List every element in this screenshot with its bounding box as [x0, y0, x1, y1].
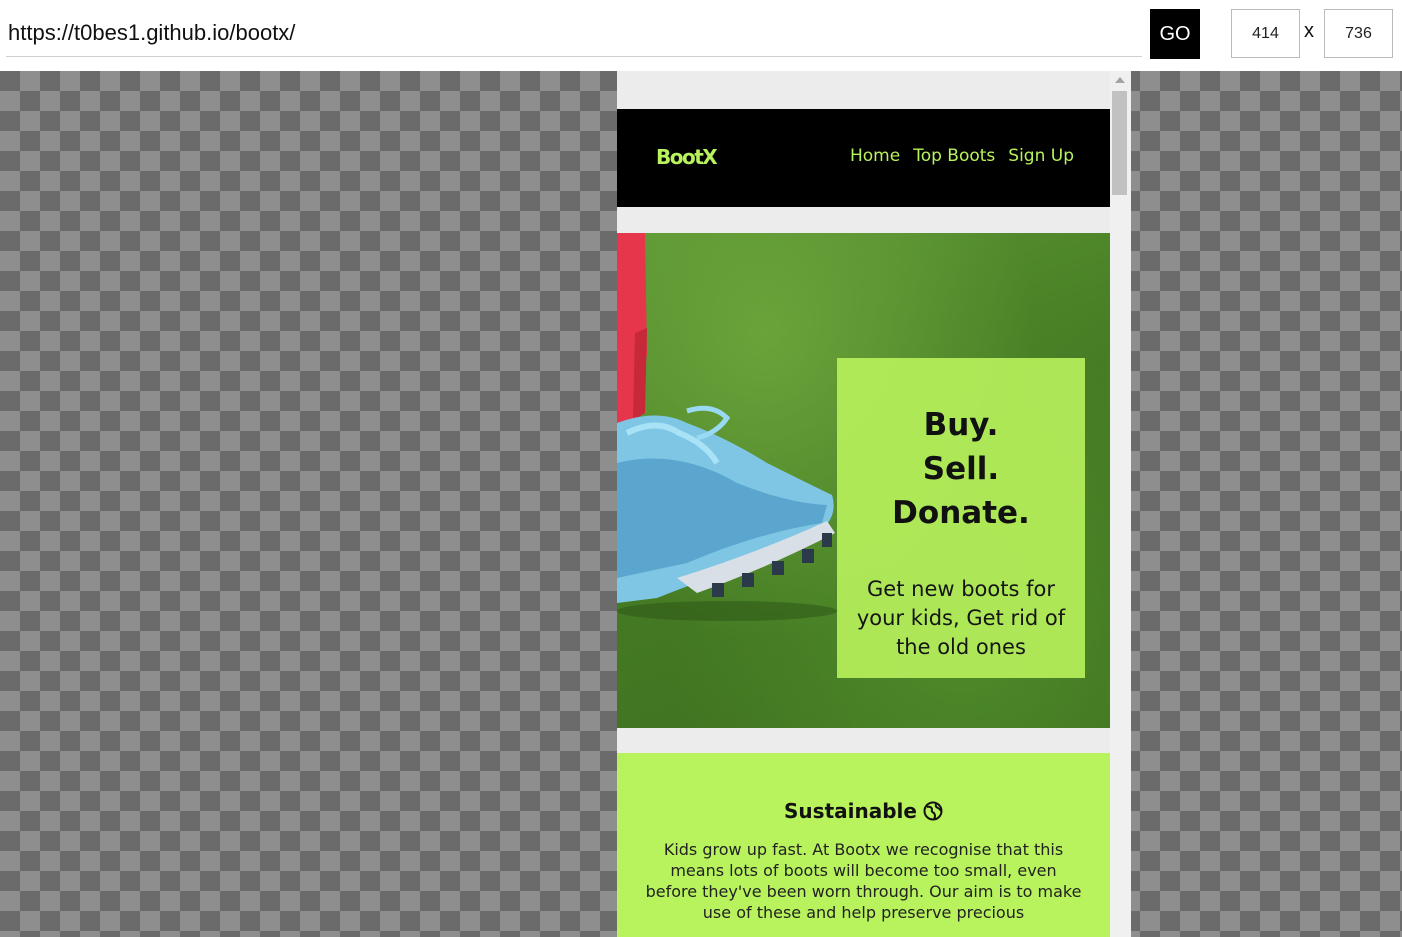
dimension-separator: x	[1304, 20, 1314, 42]
hero-section: Buy. Sell. Donate. Get new boots for you…	[617, 233, 1110, 728]
go-button[interactable]: GO	[1150, 9, 1200, 59]
sustainable-title: Sustainable	[784, 799, 917, 823]
url-input[interactable]	[6, 9, 1142, 57]
hero-subtitle: Get new boots for your kids, Get rid of …	[856, 577, 1066, 659]
toolbar: GO x	[0, 0, 1402, 70]
nav-sign-up[interactable]: Sign Up	[1008, 146, 1074, 166]
scrollbar[interactable]	[1110, 71, 1131, 937]
sustainable-heading: Sustainable	[617, 753, 1110, 823]
hero-card: Buy. Sell. Donate. Get new boots for you…	[837, 358, 1085, 678]
scroll-thumb[interactable]	[1112, 91, 1127, 195]
sustainable-section: Sustainable Kids grow up fast. At Bootx …	[617, 753, 1110, 937]
nav-top-boots[interactable]: Top Boots	[913, 146, 995, 166]
device-viewport[interactable]: BootX Home Top Boots Sign Up Buy. Sell. …	[617, 71, 1131, 937]
site-header: BootX Home Top Boots Sign Up	[617, 109, 1110, 207]
scroll-up-arrow-icon[interactable]	[1115, 77, 1125, 83]
hero-title: Buy. Sell. Donate.	[892, 407, 1030, 531]
sustainable-body: Kids grow up fast. At Bootx we recognise…	[645, 840, 1082, 922]
height-input[interactable]	[1324, 9, 1393, 58]
site-nav: Home Top Boots Sign Up	[850, 146, 1074, 166]
width-input[interactable]	[1231, 9, 1300, 58]
site-logo[interactable]: BootX	[656, 145, 718, 169]
nav-home[interactable]: Home	[850, 146, 900, 166]
globe-icon	[923, 801, 943, 821]
